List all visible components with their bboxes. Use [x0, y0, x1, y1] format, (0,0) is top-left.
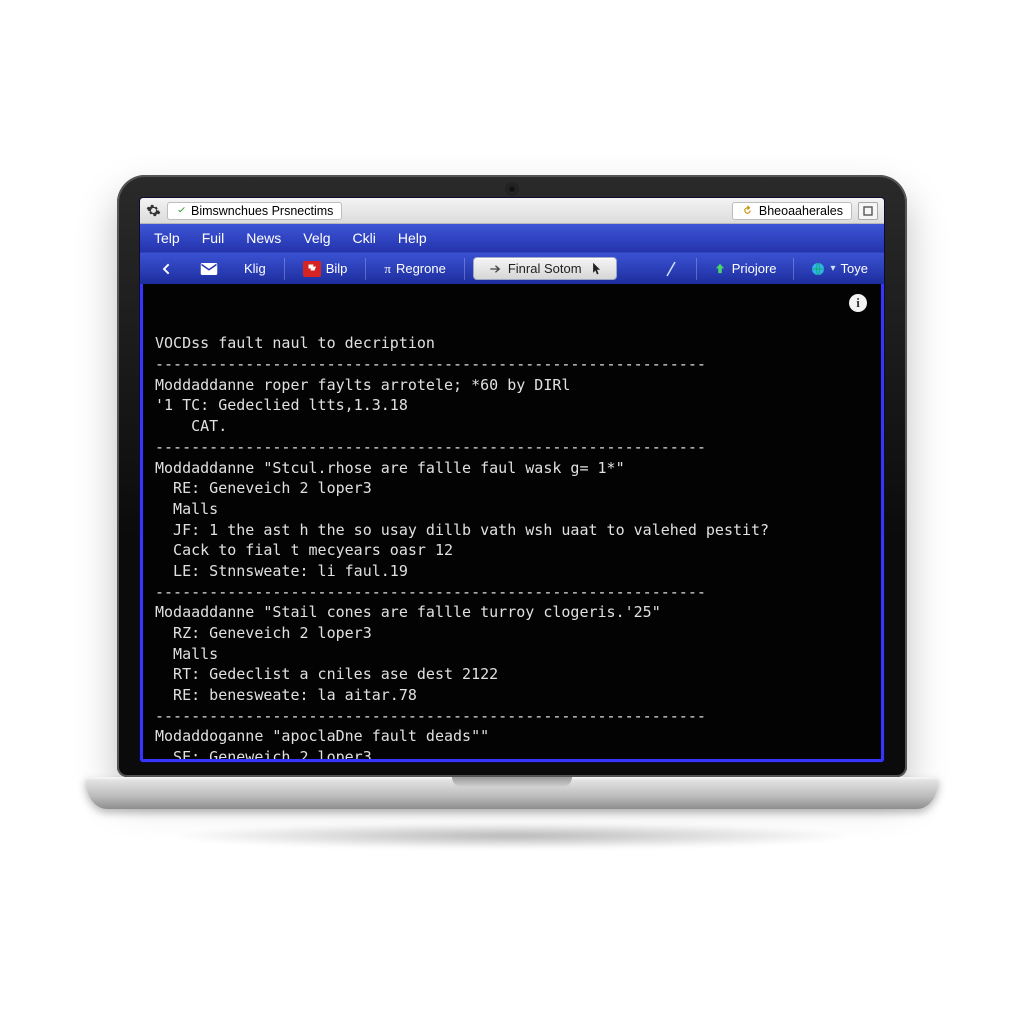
screen-bezel: Bimswnchues Prsnectims Bheoaaherales Tel…: [117, 175, 907, 777]
flag-icon: [303, 261, 321, 277]
laptop-base: [85, 777, 938, 809]
regrone-button[interactable]: π Regrone: [374, 258, 455, 280]
globe-icon: [810, 261, 826, 277]
menu-item[interactable]: Velg: [303, 230, 330, 246]
king-button[interactable]: Klig: [234, 258, 276, 279]
terminal-output[interactable]: VOCDss fault naul to decription --------…: [140, 284, 884, 762]
bilp-label: Bilp: [326, 261, 348, 276]
king-label: Klig: [244, 261, 266, 276]
pi-icon: π: [384, 261, 391, 277]
slash-button[interactable]: [654, 258, 688, 280]
laptop-mockup: Bimswnchues Prsnectims Bheoaaherales Tel…: [117, 175, 907, 849]
window-title-right-pill: Bheoaaherales: [732, 202, 852, 220]
sync-icon: [741, 204, 755, 218]
back-button[interactable]: [148, 258, 184, 280]
menu-bar: Telp Fuil News Velg Ckli Help: [140, 224, 884, 252]
toye-button[interactable]: ▾ Toye: [802, 258, 877, 280]
regrone-label: Regrone: [396, 261, 446, 276]
app-window: Bimswnchues Prsnectims Bheoaaherales Tel…: [139, 197, 885, 763]
up-arrow-icon: [713, 262, 727, 276]
menu-item[interactable]: Ckli: [353, 230, 376, 246]
console-text: VOCDss fault naul to decription --------…: [155, 333, 869, 762]
menu-item[interactable]: Fuil: [202, 230, 225, 246]
menu-item[interactable]: News: [246, 230, 281, 246]
webcam-dot: [508, 185, 516, 193]
menu-item[interactable]: Telp: [154, 230, 180, 246]
toye-label: Toye: [841, 261, 868, 276]
drop-shadow: [164, 823, 859, 849]
window-maximize-button[interactable]: [858, 202, 878, 220]
cursor-icon: [592, 262, 602, 276]
final-sotom-label: Finral Sotom: [508, 261, 582, 276]
window-title: Bimswnchues Prsnectims: [191, 204, 333, 218]
gear-icon: [146, 203, 161, 218]
window-titlebar: Bimswnchues Prsnectims Bheoaaherales: [140, 198, 884, 224]
window-right-label: Bheoaaherales: [759, 204, 843, 218]
bilp-button[interactable]: Bilp: [293, 258, 358, 280]
menu-item[interactable]: Help: [398, 230, 427, 246]
info-icon[interactable]: i: [849, 294, 867, 312]
window-title-pill: Bimswnchues Prsnectims: [167, 202, 342, 220]
chevron-down-icon: ▾: [831, 263, 836, 274]
projore-label: Priojore: [732, 261, 777, 276]
checkmark-icon: [176, 205, 187, 216]
mail-button[interactable]: [190, 259, 228, 279]
final-sotom-button[interactable]: Finral Sotom: [473, 257, 617, 280]
projore-button[interactable]: Priojore: [705, 258, 785, 279]
toolbar: Klig Bilp π Regrone: [140, 252, 884, 284]
arrow-right-icon: [488, 262, 502, 276]
